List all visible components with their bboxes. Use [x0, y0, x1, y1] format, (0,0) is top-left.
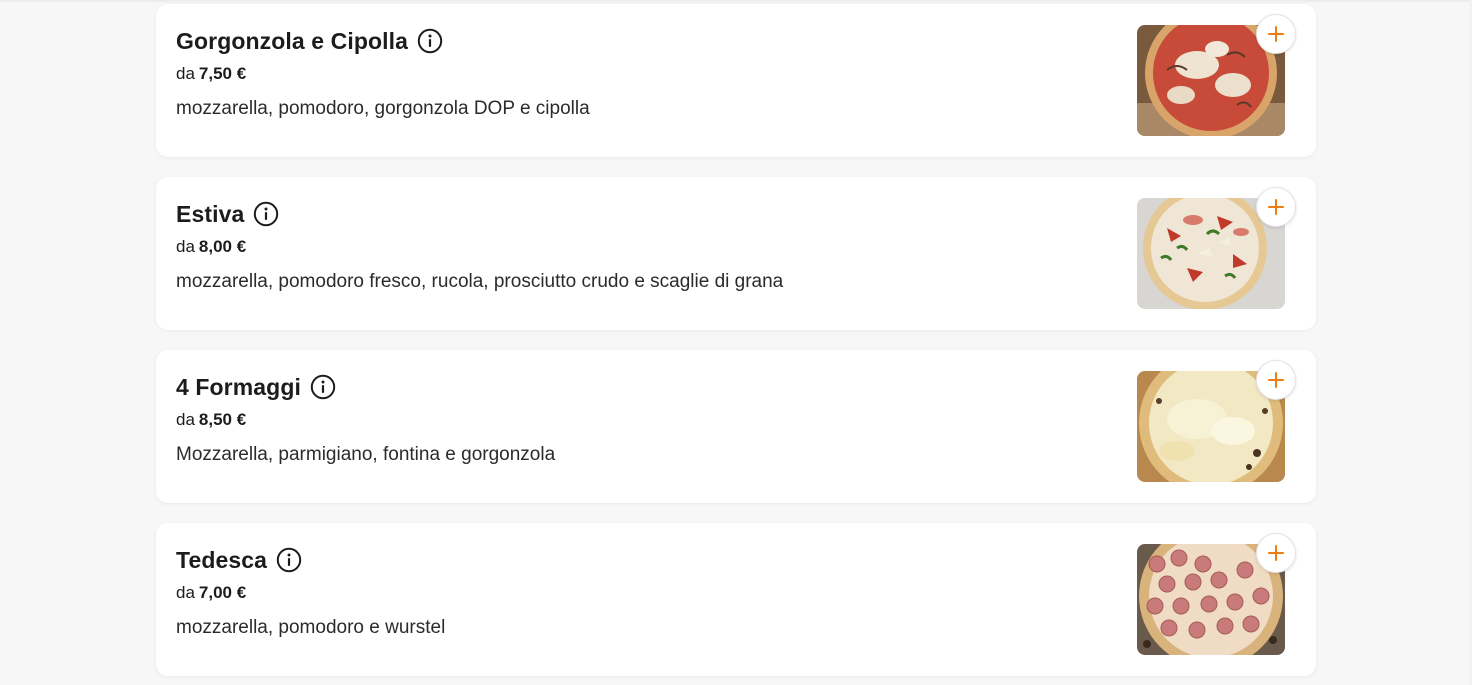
menu-item-name: Estiva [176, 200, 245, 227]
info-icon[interactable] [253, 201, 279, 227]
menu-item-details: Gorgonzola e Cipolla da 7,50 € mozzarella… [176, 24, 1076, 122]
menu-item-title-row: Estiva [176, 197, 1076, 231]
plus-icon [1268, 545, 1284, 561]
plus-icon [1268, 372, 1284, 388]
price-prefix: da [176, 64, 195, 83]
menu-item-name: 4 Formaggi [176, 373, 301, 400]
menu-item-details: Estiva da 8,00 € mozzarella, pomodoro fre… [176, 197, 1076, 295]
header-shadow [0, 0, 1472, 3]
menu-item-list: Gorgonzola e Cipolla da 7,50 € mozzarella… [156, 4, 1316, 685]
menu-item-card[interactable]: 4 Formaggi da 8,50 € Mozzarella, parmigia… [156, 350, 1316, 503]
menu-item-price: 8,50 € [198, 410, 247, 429]
add-to-cart-button[interactable] [1256, 360, 1296, 400]
menu-item-price-row: da 8,00 € [176, 235, 1076, 259]
menu-item-price: 7,50 € [198, 64, 247, 83]
plus-icon [1268, 26, 1284, 42]
info-icon[interactable] [417, 28, 443, 54]
menu-item-details: 4 Formaggi da 8,50 € Mozzarella, parmigia… [176, 370, 1076, 468]
info-icon[interactable] [310, 374, 336, 400]
menu-item-price: 8,00 € [198, 237, 247, 256]
price-prefix: da [176, 583, 195, 602]
menu-item-price-row: da 7,00 € [176, 581, 1076, 605]
info-icon[interactable] [276, 547, 302, 573]
menu-item-price-row: da 7,50 € [176, 62, 1076, 86]
menu-item-card[interactable]: Tedesca da 7,00 € mozzarella, pomodoro e … [156, 523, 1316, 676]
menu-page: Gorgonzola e Cipolla da 7,50 € mozzarella… [0, 0, 1472, 685]
add-to-cart-button[interactable] [1256, 533, 1296, 573]
menu-item-price-row: da 8,50 € [176, 408, 1076, 432]
add-to-cart-button[interactable] [1256, 187, 1296, 227]
plus-icon [1268, 199, 1284, 215]
menu-item-details: Tedesca da 7,00 € mozzarella, pomodoro e … [176, 543, 1076, 641]
price-prefix: da [176, 237, 195, 256]
menu-item-title-row: Tedesca [176, 543, 1076, 577]
menu-item-title-row: 4 Formaggi [176, 370, 1076, 404]
menu-item-price: 7,00 € [198, 583, 247, 602]
menu-item-description: Mozzarella, parmigiano, fontina e gorgon… [176, 444, 556, 465]
menu-item-title-row: Gorgonzola e Cipolla [176, 24, 1076, 58]
price-prefix: da [176, 410, 195, 429]
menu-item-card[interactable]: Gorgonzola e Cipolla da 7,50 € mozzarella… [156, 4, 1316, 157]
menu-item-description: mozzarella, pomodoro e wurstel [176, 617, 446, 638]
menu-item-description: mozzarella, pomodoro fresco, rucola, pro… [176, 271, 784, 292]
menu-item-name: Tedesca [176, 546, 268, 573]
menu-item-name: Gorgonzola e Cipolla [176, 27, 409, 54]
menu-item-card[interactable]: Estiva da 8,00 € mozzarella, pomodoro fre… [156, 177, 1316, 330]
menu-item-description: mozzarella, pomodoro, gorgonzola DOP e c… [176, 98, 590, 119]
add-to-cart-button[interactable] [1256, 14, 1296, 54]
